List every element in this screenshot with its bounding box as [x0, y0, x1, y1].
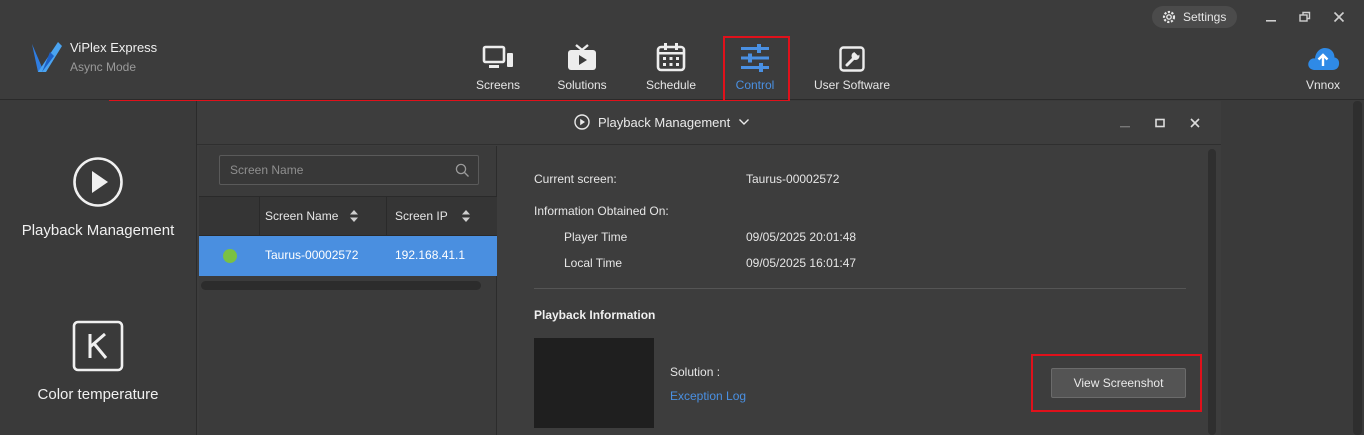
sidebar-item-color-temperature[interactable]: Color temperature	[0, 320, 196, 403]
sidebar-item-playback-management[interactable]: Playback Management	[0, 156, 196, 239]
cloud-upload-icon	[1308, 48, 1340, 70]
exception-log-link[interactable]: Exception Log	[670, 389, 746, 403]
horizontal-scrollbar[interactable]	[201, 281, 481, 290]
nav-screens[interactable]: Screens	[476, 38, 520, 98]
chevron-down-icon	[739, 119, 750, 125]
calendar-icon	[656, 43, 686, 72]
panel-title: Playback Management	[598, 114, 731, 130]
close-button[interactable]	[1329, 8, 1349, 26]
sidebar: Playback Management Color temperature	[0, 101, 196, 435]
vnnox-cloud-button[interactable]: Vnnox	[1305, 38, 1341, 98]
settings-label: Settings	[1183, 10, 1227, 24]
close-icon	[1190, 118, 1200, 128]
nav-solutions[interactable]: Solutions	[557, 38, 607, 98]
panel-maximize-button[interactable]	[1151, 115, 1169, 131]
top-bar: ViPlex Express Async Mode Screens Soluti…	[0, 0, 1364, 102]
sidebar-item-label: Color temperature	[37, 386, 159, 403]
close-icon	[1333, 11, 1345, 23]
screen-detail-pane: Current screen: Taurus-00002572 Informat…	[499, 146, 1214, 435]
restore-button[interactable]	[1295, 8, 1315, 26]
settings-button[interactable]: Settings	[1152, 6, 1237, 28]
playback-management-panel: Playback Management Screen Name Screen N…	[196, 101, 1222, 435]
monitor-icon	[482, 45, 513, 68]
nav-control[interactable]: Control	[735, 38, 775, 98]
screen-search-input[interactable]	[220, 156, 450, 184]
section-divider	[534, 288, 1186, 289]
wrench-icon	[839, 46, 865, 72]
player-time-label: Player Time	[564, 230, 628, 244]
gear-icon	[1162, 10, 1176, 24]
sidebar-item-label: Playback Management	[21, 222, 175, 239]
restore-icon	[1299, 11, 1311, 22]
search-icon[interactable]	[455, 163, 470, 178]
play-circle-icon	[73, 157, 123, 207]
screen-search	[219, 155, 479, 185]
playback-thumbnail	[534, 338, 654, 428]
panel-minimize-button[interactable]	[1116, 115, 1134, 131]
vertical-scrollbar[interactable]	[1208, 149, 1216, 435]
app-brand: ViPlex Express Async Mode	[28, 38, 157, 76]
app-name: ViPlex Express	[70, 40, 158, 55]
minimize-button[interactable]	[1261, 8, 1281, 26]
sort-icon	[350, 210, 359, 222]
sliders-icon	[741, 44, 769, 72]
screen-name-cell: Taurus-00002572	[265, 248, 359, 262]
play-circle-small-icon	[574, 114, 590, 130]
screen-table-header: Screen Name Screen IP	[199, 196, 497, 236]
nav-user-software[interactable]: User Software	[814, 38, 890, 98]
column-header-screen-ip[interactable]: Screen IP	[395, 197, 471, 235]
maximize-icon	[1155, 118, 1165, 128]
online-status-dot	[223, 249, 237, 263]
k-box-icon	[72, 320, 124, 372]
screen-ip-cell: 192.168.41.1	[395, 248, 466, 262]
current-screen-label: Current screen:	[534, 172, 617, 186]
local-time-value: 09/05/2025 16:01:47	[746, 256, 857, 270]
tv-play-icon	[568, 44, 596, 70]
window-scrollbar[interactable]	[1353, 101, 1362, 435]
minimize-icon	[1120, 126, 1130, 128]
minimize-icon	[1266, 20, 1276, 22]
viplex-logo-icon	[32, 42, 62, 72]
player-time-value: 09/05/2025 20:01:48	[746, 230, 857, 244]
info-obtained-label: Information Obtained On:	[534, 204, 669, 218]
screen-list-pane: Screen Name Screen IP Taurus-00002572 19…	[199, 146, 497, 435]
panel-header: Playback Management	[197, 101, 1222, 145]
panel-title-dropdown[interactable]: Playback Management	[574, 114, 750, 130]
table-row[interactable]: Taurus-00002572 192.168.41.1	[199, 236, 497, 276]
column-header-screen-name[interactable]: Screen Name	[265, 197, 359, 235]
solution-label: Solution :	[670, 365, 721, 379]
right-gutter	[1221, 101, 1364, 435]
current-screen-value: Taurus-00002572	[746, 172, 840, 186]
sort-icon	[461, 210, 470, 222]
app-mode: Async Mode	[70, 60, 137, 74]
playback-info-title: Playback Information	[534, 308, 656, 322]
local-time-label: Local Time	[564, 256, 623, 270]
panel-close-button[interactable]	[1186, 115, 1204, 131]
view-screenshot-button[interactable]: View Screenshot	[1051, 368, 1186, 398]
nav-schedule[interactable]: Schedule	[646, 38, 696, 98]
